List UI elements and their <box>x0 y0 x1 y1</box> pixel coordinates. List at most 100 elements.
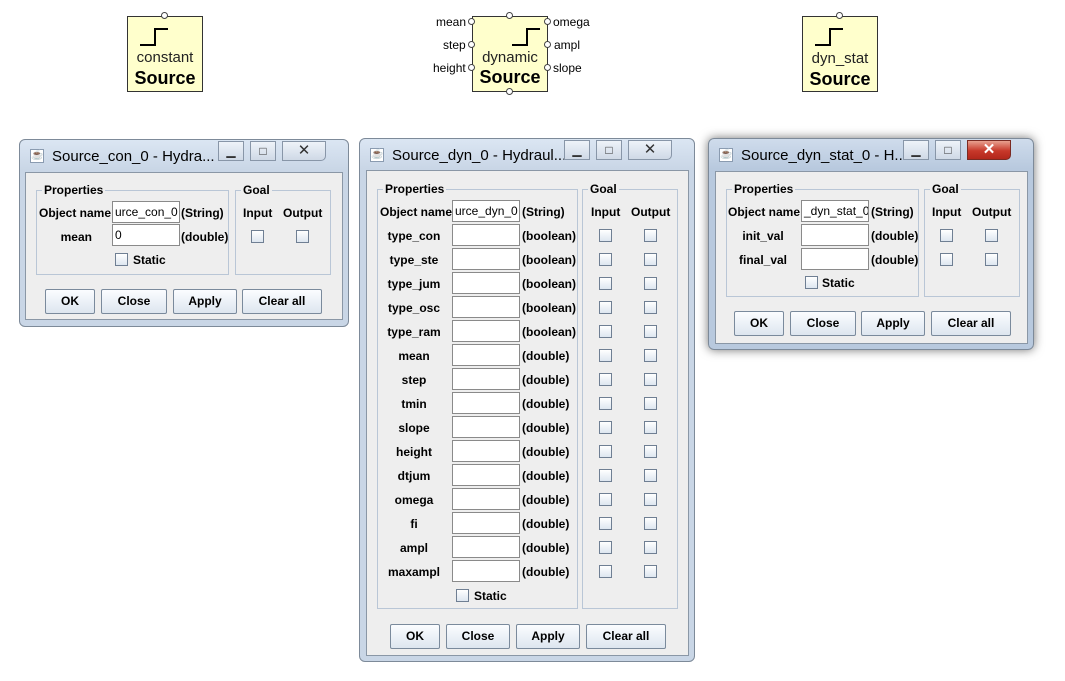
close-window-button[interactable]: ✕ <box>282 141 326 161</box>
port-pin-mean[interactable] <box>468 18 475 25</box>
ok-button[interactable]: OK <box>390 624 440 649</box>
property-field-maxampl[interactable] <box>452 560 520 582</box>
property-field-omega[interactable] <box>452 488 520 510</box>
close-button[interactable]: Close <box>790 311 856 336</box>
output-port-pin[interactable] <box>836 12 843 19</box>
mean-input-checkbox[interactable] <box>251 230 264 243</box>
property-input-checkbox-init_val[interactable] <box>940 229 953 242</box>
property-input-checkbox-step[interactable] <box>599 373 612 386</box>
property-input-checkbox-ampl[interactable] <box>599 541 612 554</box>
apply-button[interactable]: Apply <box>861 311 925 336</box>
property-label-ampl: ampl <box>399 541 428 555</box>
property-input-checkbox-height[interactable] <box>599 445 612 458</box>
property-output-checkbox-height[interactable] <box>644 445 657 458</box>
property-field-height[interactable] <box>452 440 520 462</box>
close-window-button[interactable]: ✕ <box>628 140 672 160</box>
property-input-checkbox-type_jum[interactable] <box>599 277 612 290</box>
property-output-checkbox-final_val[interactable] <box>985 253 998 266</box>
property-input-checkbox-final_val[interactable] <box>940 253 953 266</box>
static-checkbox[interactable] <box>115 253 128 266</box>
maximize-button[interactable]: □ <box>250 141 276 161</box>
dynamic-source-block[interactable]: dynamic Source <box>472 16 548 92</box>
apply-button[interactable]: Apply <box>516 624 580 649</box>
property-input-checkbox-omega[interactable] <box>599 493 612 506</box>
output-port-pin[interactable] <box>161 12 168 19</box>
clear-all-button[interactable]: Clear all <box>931 311 1011 336</box>
title-bar[interactable]: ☕ Source_con_0 - Hydra... ▁ □ ✕ <box>20 140 348 174</box>
minimize-button[interactable]: ▁ <box>903 140 929 160</box>
property-field-fi[interactable] <box>452 512 520 534</box>
port-pin-step[interactable] <box>468 41 475 48</box>
ok-button[interactable]: OK <box>734 311 784 336</box>
property-output-checkbox-init_val[interactable] <box>985 229 998 242</box>
property-field-init_val[interactable] <box>801 224 869 246</box>
property-output-checkbox-step[interactable] <box>644 373 657 386</box>
property-output-checkbox-omega[interactable] <box>644 493 657 506</box>
property-field-type_con[interactable] <box>452 224 520 246</box>
static-checkbox[interactable] <box>456 589 469 602</box>
property-field-step[interactable] <box>452 368 520 390</box>
output-header: Output <box>283 206 323 220</box>
property-input-checkbox-mean[interactable] <box>599 349 612 362</box>
goal-legend: Goal <box>241 183 272 197</box>
property-field-type_osc[interactable] <box>452 296 520 318</box>
property-output-checkbox-maxampl[interactable] <box>644 565 657 578</box>
property-field-mean[interactable] <box>452 344 520 366</box>
static-checkbox[interactable] <box>805 276 818 289</box>
apply-button[interactable]: Apply <box>173 289 237 314</box>
maximize-button[interactable]: □ <box>935 140 961 160</box>
clear-all-button[interactable]: Clear all <box>242 289 322 314</box>
title-bar[interactable]: ☕ Source_dyn_stat_0 - H... ▁ □ ✕ <box>709 139 1033 173</box>
property-input-checkbox-slope[interactable] <box>599 421 612 434</box>
property-output-checkbox-type_ram[interactable] <box>644 325 657 338</box>
property-input-checkbox-fi[interactable] <box>599 517 612 530</box>
property-output-checkbox-type_con[interactable] <box>644 229 657 242</box>
property-field-type_ram[interactable] <box>452 320 520 342</box>
maximize-button[interactable]: □ <box>596 140 622 160</box>
property-field-type_ste[interactable] <box>452 248 520 270</box>
close-button[interactable]: Close <box>101 289 167 314</box>
title-bar[interactable]: ☕ Source_dyn_0 - Hydraul... ▁ □ ✕ <box>360 139 694 173</box>
property-input-checkbox-tmin[interactable] <box>599 397 612 410</box>
property-field-type_jum[interactable] <box>452 272 520 294</box>
property-output-checkbox-slope[interactable] <box>644 421 657 434</box>
object-name-field[interactable]: urce_con_0 <box>112 201 180 223</box>
property-field-final_val[interactable] <box>801 248 869 270</box>
close-window-button[interactable]: ✕ <box>967 140 1011 160</box>
property-output-checkbox-type_jum[interactable] <box>644 277 657 290</box>
object-name-field[interactable]: _dyn_stat_0 <box>801 200 869 222</box>
port-pin-omega[interactable] <box>544 18 551 25</box>
property-input-checkbox-type_osc[interactable] <box>599 301 612 314</box>
property-output-checkbox-dtjum[interactable] <box>644 469 657 482</box>
ok-button[interactable]: OK <box>45 289 95 314</box>
property-output-checkbox-tmin[interactable] <box>644 397 657 410</box>
clear-all-button[interactable]: Clear all <box>586 624 666 649</box>
mean-output-checkbox[interactable] <box>296 230 309 243</box>
property-input-checkbox-type_ram[interactable] <box>599 325 612 338</box>
constant-source-block[interactable]: constant Source <box>127 16 203 92</box>
property-output-checkbox-type_osc[interactable] <box>644 301 657 314</box>
property-input-checkbox-dtjum[interactable] <box>599 469 612 482</box>
mean-field[interactable]: 0 <box>112 224 180 246</box>
port-pin-slope[interactable] <box>544 64 551 71</box>
property-field-dtjum[interactable] <box>452 464 520 486</box>
close-button[interactable]: Close <box>446 624 510 649</box>
bottom-port-pin[interactable] <box>506 88 513 95</box>
property-field-slope[interactable] <box>452 416 520 438</box>
dyn-stat-source-block[interactable]: dyn_stat Source <box>802 16 878 92</box>
property-output-checkbox-mean[interactable] <box>644 349 657 362</box>
port-pin-height[interactable] <box>468 64 475 71</box>
property-input-checkbox-type_ste[interactable] <box>599 253 612 266</box>
port-pin-ampl[interactable] <box>544 41 551 48</box>
property-output-checkbox-fi[interactable] <box>644 517 657 530</box>
property-field-tmin[interactable] <box>452 392 520 414</box>
object-name-field[interactable]: urce_dyn_0 <box>452 200 520 222</box>
property-output-checkbox-ampl[interactable] <box>644 541 657 554</box>
property-output-checkbox-type_ste[interactable] <box>644 253 657 266</box>
property-input-checkbox-type_con[interactable] <box>599 229 612 242</box>
property-field-ampl[interactable] <box>452 536 520 558</box>
output-port-pin[interactable] <box>506 12 513 19</box>
property-input-checkbox-maxampl[interactable] <box>599 565 612 578</box>
minimize-button[interactable]: ▁ <box>218 141 244 161</box>
minimize-button[interactable]: ▁ <box>564 140 590 160</box>
